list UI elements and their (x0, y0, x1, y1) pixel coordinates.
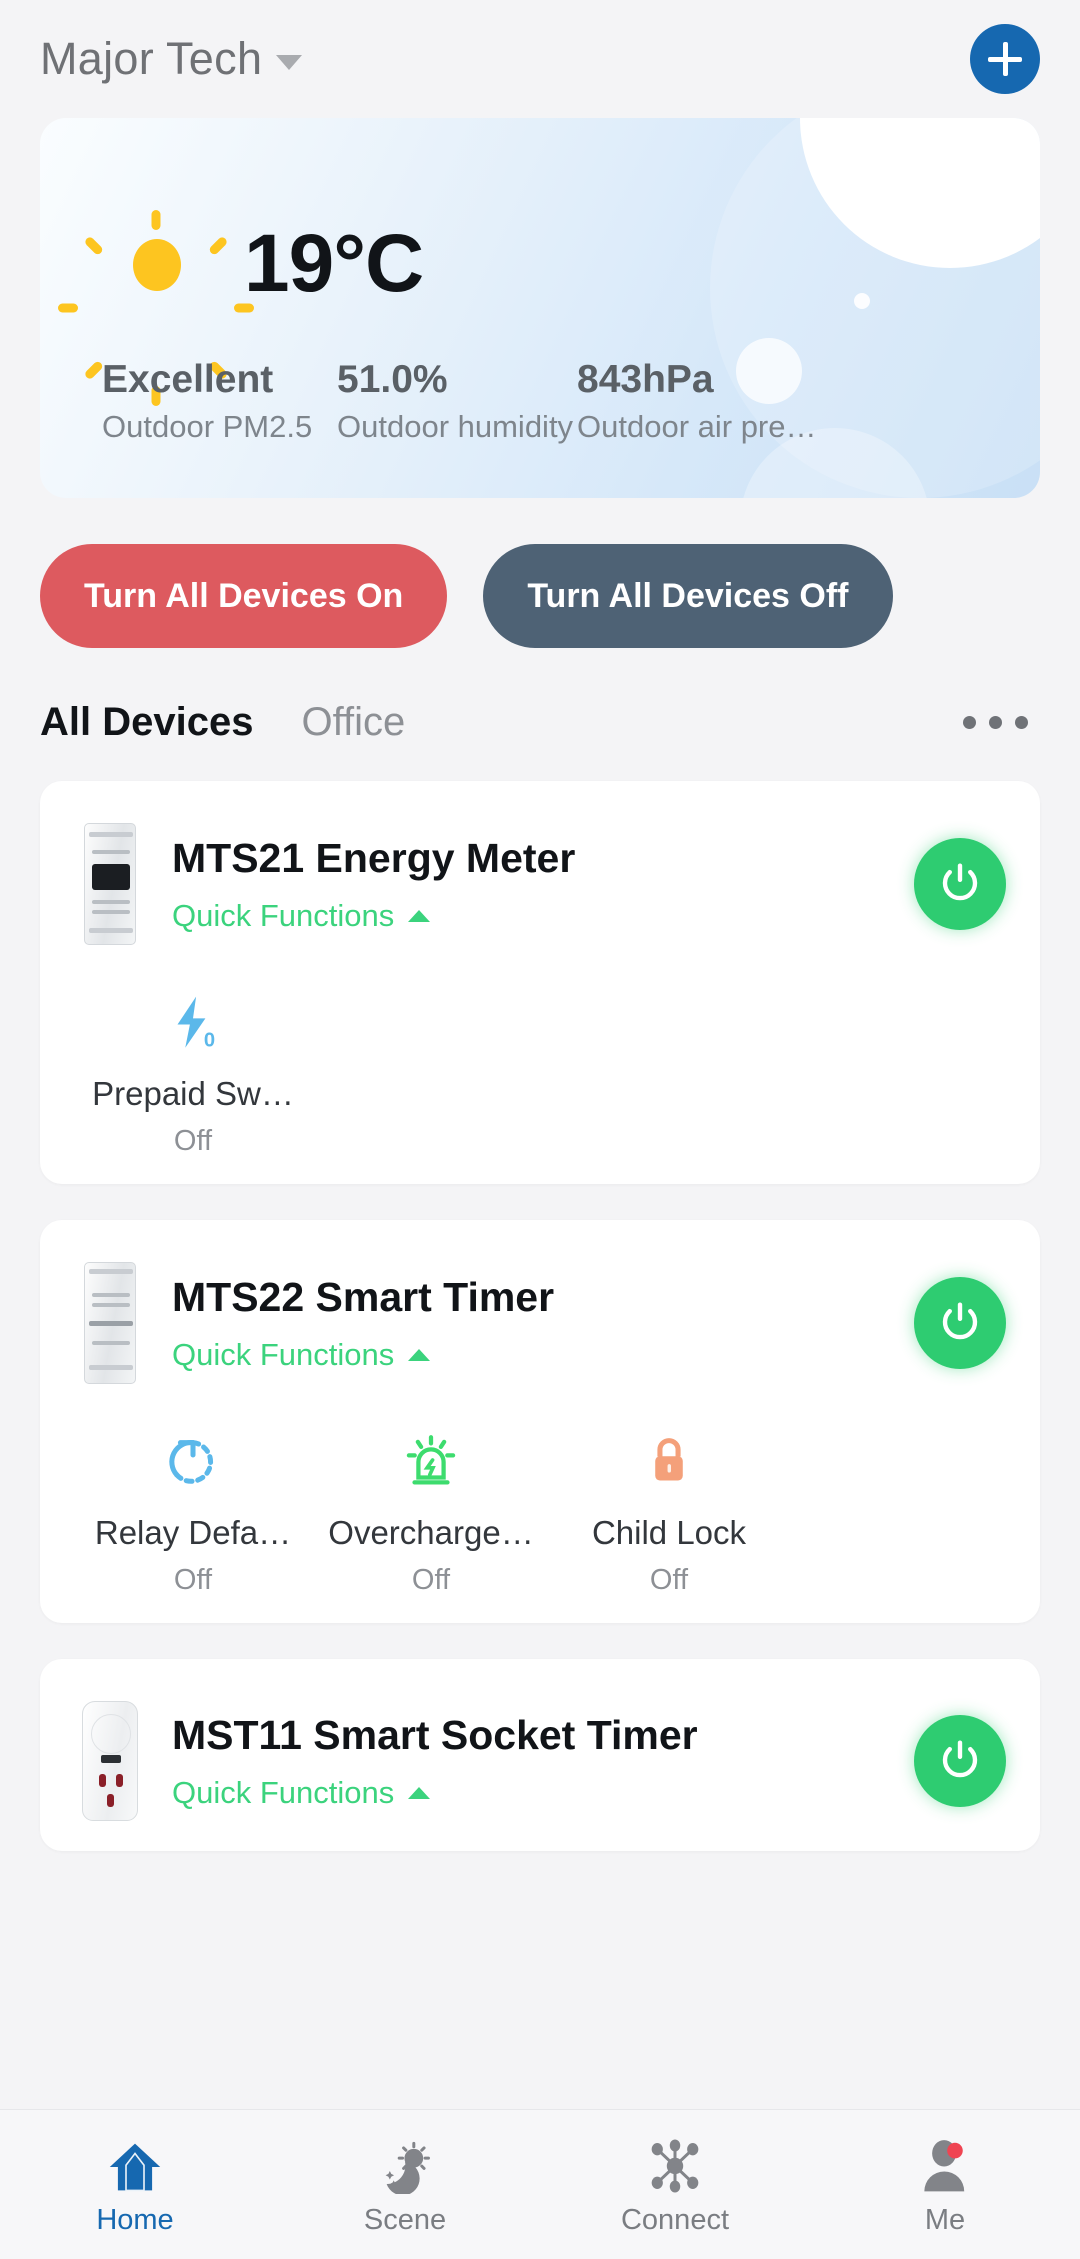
chevron-up-icon (408, 1348, 431, 1361)
stat-label: Outdoor PM2.5 (102, 408, 313, 444)
bulk-actions: Turn All Devices On Turn All Devices Off (0, 498, 1080, 648)
din-rail-timer-thumbnail (74, 1262, 146, 1384)
quick-functions-label: Quick Functions (172, 897, 395, 933)
device-title: MTS21 Energy Meter (172, 835, 576, 882)
din-rail-meter-thumbnail (74, 823, 146, 945)
home-selector[interactable]: Major Tech (40, 33, 303, 85)
turn-all-devices-off-button[interactable]: Turn All Devices Off (483, 544, 893, 648)
stat-label: Outdoor air pres… (577, 408, 827, 444)
weather-stat-humidity: 51.0% Outdoor humidity (337, 358, 577, 447)
device-header: MST11 Smart Socket Timer Quick Functions (40, 1659, 1040, 1831)
nav-item-connect[interactable]: Connect (540, 2132, 810, 2237)
device-title: MST11 Smart Socket Timer (172, 1712, 698, 1759)
nav-label: Me (924, 2204, 966, 2236)
more-horizontal-icon[interactable] (963, 716, 1040, 729)
nav-item-me[interactable]: Me (810, 2132, 1080, 2237)
device-header: MTS21 Energy Meter Quick Functions (40, 781, 1040, 955)
top-bar: Major Tech (0, 0, 1080, 118)
plug-socket-thumbnail (74, 1701, 146, 1821)
weather-stats: Excellent Outdoor PM2.5 51.0% Outdoor hu… (40, 318, 1040, 447)
turn-all-devices-on-button[interactable]: Turn All Devices On (40, 544, 448, 648)
quick-functions-row: 0 Prepaid Sw… Off (40, 955, 1040, 1164)
quick-function-state: Off (649, 1564, 689, 1596)
person-icon (916, 2132, 974, 2194)
add-device-button[interactable] (970, 24, 1040, 94)
temperature-value: 19°C (244, 218, 424, 309)
quick-function-item[interactable]: Overcharge… Off (312, 1428, 550, 1597)
overcharge-alarm-icon (400, 1428, 462, 1496)
network-hub-icon (645, 2132, 705, 2194)
quick-function-name: Overcharge… (328, 1514, 534, 1551)
device-card[interactable]: MST11 Smart Socket Timer Quick Functions (40, 1659, 1040, 1851)
nav-item-home[interactable]: Home (0, 2132, 270, 2237)
lock-icon (640, 1428, 698, 1496)
sun-icon (58, 210, 254, 406)
chevron-down-icon (276, 54, 303, 70)
power-icon (942, 863, 978, 901)
quick-functions-label: Quick Functions (172, 1336, 395, 1372)
scene-moon-sun-icon (375, 2132, 435, 2194)
chevron-up-icon (408, 909, 431, 922)
nav-label: Home (96, 2204, 174, 2236)
quick-functions-toggle[interactable]: Quick Functions (172, 1775, 888, 1811)
quick-function-name: Child Lock (591, 1514, 747, 1551)
home-name-label: Major Tech (40, 33, 263, 84)
notification-badge (947, 2142, 963, 2159)
svg-text:0: 0 (204, 1029, 215, 1051)
restore-arrow-icon (162, 1428, 224, 1496)
quick-function-name: Relay Defa… (94, 1514, 292, 1551)
device-card[interactable]: MTS22 Smart Timer Quick Functions Relay … (40, 1220, 1040, 1623)
power-icon (942, 1302, 978, 1340)
chevron-up-icon (408, 1786, 431, 1799)
tab-all-devices[interactable]: All Devices (40, 700, 253, 745)
device-list: MTS21 Energy Meter Quick Functions 0 Pre… (0, 745, 1080, 1851)
weather-stat-pm25: Excellent Outdoor PM2.5 (102, 358, 337, 447)
weather-stat-pressure: 843hPa Outdoor air pres… (577, 358, 827, 447)
stat-label: Outdoor humidity (337, 408, 574, 444)
quick-functions-toggle[interactable]: Quick Functions (172, 1337, 888, 1373)
tab-office[interactable]: Office (301, 700, 405, 745)
quick-function-item[interactable]: Child Lock Off (550, 1428, 788, 1597)
bottom-navigation: Home Scene Connect Me (0, 2109, 1080, 2259)
quick-function-state: Off (173, 1125, 213, 1157)
quick-function-state: Off (173, 1564, 213, 1596)
device-power-button[interactable] (914, 1715, 1006, 1807)
nav-item-scene[interactable]: Scene (270, 2132, 540, 2237)
device-card[interactable]: MTS21 Energy Meter Quick Functions 0 Pre… (40, 781, 1040, 1184)
stat-value: 51.0% (337, 358, 448, 401)
quick-function-item[interactable]: Relay Defa… Off (74, 1428, 312, 1597)
quick-function-state: Off (411, 1564, 451, 1596)
quick-functions-row: Relay Defa… Off Overcharge… Off Child Lo… (40, 1394, 1040, 1603)
device-tabs: All Devices Office (0, 648, 1080, 745)
quick-functions-toggle[interactable]: Quick Functions (172, 898, 888, 934)
nav-label: Scene (363, 2204, 447, 2236)
quick-functions-label: Quick Functions (172, 1774, 395, 1810)
device-title: MTS22 Smart Timer (172, 1274, 555, 1321)
device-header: MTS22 Smart Timer Quick Functions (40, 1220, 1040, 1394)
power-icon (942, 1740, 978, 1778)
device-power-button[interactable] (914, 1277, 1006, 1369)
stat-value: 843hPa (577, 358, 714, 401)
device-power-button[interactable] (914, 838, 1006, 930)
weather-card[interactable]: 19°C Excellent Outdoor PM2.5 51.0% Outdo… (40, 118, 1040, 498)
lightning-zero-icon: 0 (164, 989, 222, 1057)
quick-function-item[interactable]: 0 Prepaid Sw… Off (74, 989, 312, 1158)
house-icon (106, 2132, 164, 2194)
nav-label: Connect (620, 2204, 729, 2236)
stat-value: Excellent (102, 358, 274, 401)
quick-function-name: Prepaid Sw… (92, 1075, 294, 1112)
